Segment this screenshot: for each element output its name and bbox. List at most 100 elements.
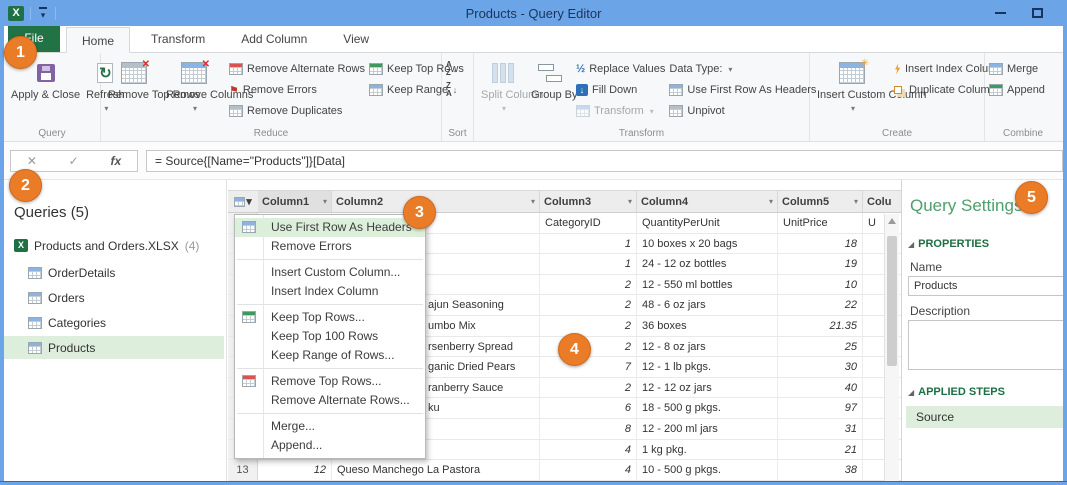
cell-column3[interactable]: 2 [540, 315, 637, 336]
menu-item-keep-range-of-rows[interactable]: Keep Range of Rows... [235, 346, 425, 365]
cell-column5[interactable]: 40 [778, 377, 863, 398]
menu-item-remove-alternate-rows[interactable]: Remove Alternate Rows... [235, 391, 425, 410]
cell-column3[interactable]: 2 [540, 377, 637, 398]
name-field[interactable] [908, 276, 1066, 296]
cell-column4[interactable]: 24 - 12 oz bottles [637, 254, 778, 274]
row-number[interactable]: 13 [228, 460, 258, 480]
tab-transform[interactable]: Transform [136, 26, 220, 52]
cell-column4[interactable]: 12 - 12 oz jars [637, 377, 778, 398]
description-field[interactable] [908, 320, 1066, 370]
cell-column3[interactable]: 1 [540, 254, 637, 274]
menu-item-keep-top-100-rows[interactable]: Keep Top 100 Rows [235, 327, 425, 346]
cell-column5[interactable]: 30 [778, 357, 863, 377]
filter-arrow-icon[interactable]: ▾ [769, 197, 773, 206]
applied-step-source[interactable]: Source [906, 406, 1064, 428]
column-header-column6[interactable]: Colu [863, 191, 901, 212]
column-header-column1[interactable]: Column1 ▾ [258, 191, 332, 212]
menu-item-merge[interactable]: Merge... [235, 417, 425, 436]
cell-column5[interactable]: 21.35 [778, 315, 863, 336]
menu-item-insert-custom-column[interactable]: Insert Custom Column... [235, 263, 425, 282]
menu-item-keep-top-rows[interactable]: Keep Top Rows... [235, 308, 425, 327]
remove-duplicates-button[interactable]: Remove Duplicates [229, 103, 365, 119]
tab-view[interactable]: View [328, 26, 384, 52]
cell-column5[interactable]: UnitPrice [778, 213, 863, 233]
filter-arrow-icon[interactable]: ▾ [323, 197, 327, 206]
column-header-column2[interactable]: Column2 ▾ [332, 191, 540, 212]
column-header-column4[interactable]: Column4 ▾ [637, 191, 778, 212]
sort-descending-button[interactable]: Z A ↓ [446, 82, 457, 98]
scroll-up-icon[interactable] [888, 218, 896, 224]
minimize-button[interactable] [995, 12, 1006, 14]
cell-column4[interactable]: 36 boxes [637, 315, 778, 336]
formula-input[interactable]: = Source{[Name="Products"]}[Data] [146, 150, 1063, 172]
sort-ascending-button[interactable]: A Z ↓ [446, 61, 457, 77]
use-first-row-as-headers-button[interactable]: Use First Row As Headers [669, 82, 816, 98]
fx-icon[interactable]: fx [110, 154, 121, 168]
query-workbook-item[interactable]: X Products and Orders.XLSX (4) [4, 234, 224, 257]
append-button[interactable]: Append [989, 82, 1045, 98]
cell-column3[interactable]: 6 [540, 398, 637, 418]
remove-alternate-rows-button[interactable]: Remove Alternate Rows [229, 61, 365, 77]
cell-column5[interactable]: 21 [778, 439, 863, 460]
filter-arrow-icon[interactable]: ▾ [854, 197, 858, 206]
cell-column3[interactable]: 8 [540, 418, 637, 439]
check-icon[interactable]: ✓ [69, 154, 79, 168]
cell-column3[interactable]: 7 [540, 357, 637, 377]
cell-column3[interactable]: 2 [540, 295, 637, 315]
cell-column3[interactable]: 2 [540, 274, 637, 295]
cell-column1[interactable]: 12 [258, 460, 332, 480]
merge-button[interactable]: Merge [989, 61, 1045, 77]
remove-columns-button[interactable]: ✕ Remove Columns ▾ [163, 57, 253, 116]
select-all-button[interactable]: ▾ [228, 191, 258, 212]
cell-column5[interactable]: 25 [778, 336, 863, 357]
table-row[interactable]: 13 12 Queso Manchego La Pastora 4 10 - 5… [228, 460, 901, 481]
cell-column3[interactable]: 4 [540, 460, 637, 480]
menu-item-use-first-row-as-headers[interactable]: Use First Row As Headers [235, 218, 425, 237]
cell-column4[interactable]: 10 - 500 g pkgs. [637, 460, 778, 480]
cell-column4[interactable]: 1 kg pkg. [637, 439, 778, 460]
cell-column3[interactable]: 4 [540, 439, 637, 460]
cell-column4[interactable]: 12 - 200 ml jars [637, 418, 778, 439]
remove-top-rows-button[interactable]: ✕ Remove Top Rows [105, 57, 200, 103]
expander-icon[interactable]: ◢ [908, 388, 914, 397]
cell-column5[interactable]: 19 [778, 254, 863, 274]
split-column-button[interactable]: Split Column ▾ [478, 57, 543, 116]
menu-item-remove-errors[interactable]: Remove Errors [235, 237, 425, 256]
applied-steps-section-header[interactable]: ◢ APPLIED STEPS [908, 386, 1005, 398]
menu-item-remove-top-rows[interactable]: Remove Top Rows... [235, 372, 425, 391]
tab-home[interactable]: Home [66, 27, 131, 53]
query-item-products-selected[interactable]: Products [4, 336, 224, 359]
menu-item-insert-index-column[interactable]: Insert Index Column [235, 282, 425, 301]
query-item-categories[interactable]: Categories [4, 311, 224, 334]
cell-column5[interactable]: 31 [778, 418, 863, 439]
transform-menu-button[interactable]: Transform ▾ [576, 103, 665, 119]
column-header-column5[interactable]: Column5 ▾ [778, 191, 863, 212]
cell-column5[interactable]: 10 [778, 274, 863, 295]
filter-arrow-icon[interactable]: ▾ [531, 197, 535, 206]
vertical-scrollbar[interactable] [884, 214, 899, 481]
cell-column4[interactable]: 12 - 550 ml bottles [637, 274, 778, 295]
cell-column4[interactable]: QuantityPerUnit [637, 213, 778, 233]
cell-column5[interactable]: 22 [778, 295, 863, 315]
cell-column4[interactable]: 12 - 8 oz jars [637, 336, 778, 357]
data-type-button[interactable]: Data Type: ▾ [669, 61, 816, 77]
expander-icon[interactable]: ◢ [908, 240, 914, 249]
cell-column2[interactable]: Queso Manchego La Pastora [332, 460, 540, 480]
remove-errors-button[interactable]: ⚑ Remove Errors [229, 82, 365, 98]
properties-section-header[interactable]: ◢ PROPERTIES [908, 238, 989, 250]
scrollbar-thumb[interactable] [887, 236, 897, 366]
cell-column4[interactable]: 48 - 6 oz jars [637, 295, 778, 315]
insert-custom-column-button[interactable]: ✳ Insert Custom Column ▾ [814, 57, 926, 116]
cell-column4[interactable]: 10 boxes x 20 bags [637, 233, 778, 254]
query-item-orderdetails[interactable]: OrderDetails [4, 261, 224, 284]
replace-values-button[interactable]: ½ Replace Values [576, 61, 665, 77]
column-header-column3[interactable]: Column3 ▾ [540, 191, 637, 212]
cell-column5[interactable]: 97 [778, 398, 863, 418]
filter-arrow-icon[interactable]: ▾ [628, 197, 632, 206]
unpivot-button[interactable]: Unpivot [669, 103, 816, 119]
fill-down-button[interactable]: ↓ Fill Down [576, 82, 665, 98]
cell-column5[interactable]: 18 [778, 233, 863, 254]
cell-column5[interactable]: 38 [778, 460, 863, 480]
cell-column4[interactable]: 18 - 500 g pkgs. [637, 398, 778, 418]
cell-column3[interactable]: 1 [540, 233, 637, 254]
